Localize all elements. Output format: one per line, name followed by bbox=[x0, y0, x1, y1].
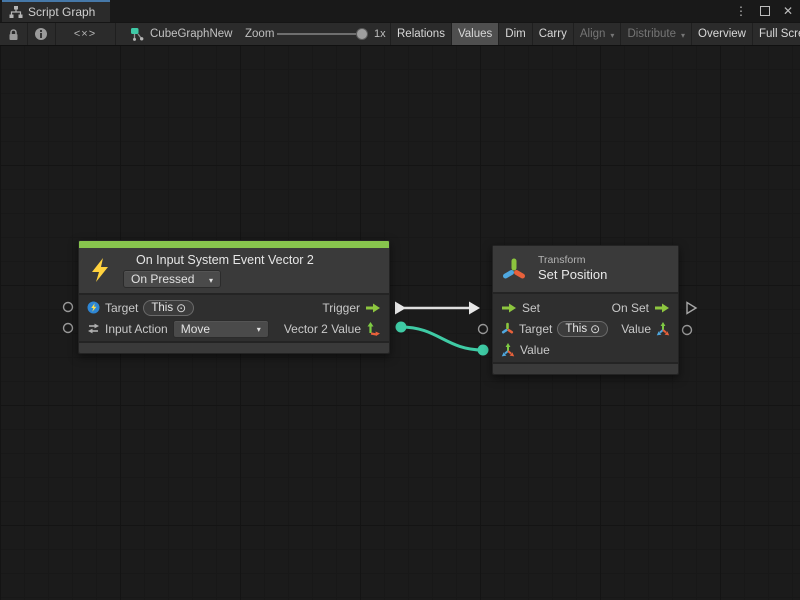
target-icon: ⊙ bbox=[176, 301, 186, 315]
flow-arrow-icon bbox=[501, 302, 517, 314]
trigger-label: Trigger bbox=[322, 301, 360, 315]
event-inputaction-row: Input Action Move ▾ Vector 2 Value bbox=[79, 318, 389, 339]
value-out-label: Value bbox=[621, 322, 651, 336]
graph-breadcrumb[interactable]: CubeGraphNew bbox=[130, 23, 232, 45]
distribute-label: Distribute bbox=[627, 28, 676, 40]
unity-script-graph-window: { "window": { "tab": "Script Graph", "co… bbox=[0, 0, 800, 600]
graph-name: CubeGraphNew bbox=[150, 28, 232, 40]
graph-asset-icon bbox=[130, 27, 144, 41]
target-this-field[interactable]: This ⊙ bbox=[143, 300, 194, 316]
input-action-value: Move bbox=[181, 322, 210, 336]
flow-arrow-icon bbox=[654, 302, 670, 314]
zoom-value: 1x bbox=[374, 23, 386, 45]
distribute-button[interactable]: Distribute ▾ bbox=[621, 23, 692, 45]
carry-button[interactable]: Carry bbox=[533, 23, 574, 45]
target-label: Target bbox=[105, 301, 138, 315]
input-action-dropdown[interactable]: Move ▾ bbox=[173, 320, 269, 338]
transform-mini-icon bbox=[501, 322, 514, 335]
vector2-icon bbox=[366, 322, 381, 336]
chevron-down-icon: ▾ bbox=[681, 31, 685, 40]
overview-button[interactable]: Overview bbox=[692, 23, 753, 45]
dim-button[interactable]: Dim bbox=[499, 23, 532, 45]
close-icon[interactable]: ✕ bbox=[783, 4, 793, 18]
zoom-slider-track[interactable] bbox=[277, 33, 361, 35]
relations-button[interactable]: Relations bbox=[391, 23, 452, 45]
full-screen-label: Full Screen bbox=[759, 28, 800, 40]
node-on-input-system-event[interactable]: On Input System Event Vector 2 On Presse… bbox=[78, 240, 390, 354]
title-bar: Script Graph ⋮ ✕ bbox=[0, 0, 800, 22]
event-target-icon bbox=[87, 301, 100, 314]
target-this-value: This bbox=[151, 302, 173, 314]
values-button[interactable]: Values bbox=[452, 23, 499, 45]
target-this-value: This bbox=[565, 323, 587, 335]
info-button[interactable] bbox=[27, 23, 56, 45]
maximize-icon[interactable] bbox=[760, 6, 770, 16]
graph-toolbar: <×> CubeGraphNew Zoom 1x Relations Value… bbox=[0, 22, 800, 46]
target-icon: ⊙ bbox=[590, 322, 600, 336]
flow-arrow-icon bbox=[365, 302, 381, 314]
window-controls: ⋮ ✕ bbox=[735, 0, 793, 22]
code-view-button[interactable]: <×> bbox=[55, 23, 116, 45]
event-accent-bar bbox=[79, 241, 389, 248]
event-node-header: On Input System Event Vector 2 On Presse… bbox=[79, 248, 389, 293]
event-node-body: Target This ⊙ Trigger bbox=[79, 295, 389, 341]
chevron-down-icon: ▾ bbox=[610, 31, 614, 40]
event-target-row: Target This ⊙ Trigger bbox=[79, 297, 389, 318]
vector3-icon bbox=[656, 322, 670, 336]
vector3-icon bbox=[501, 343, 515, 357]
chevron-down-icon: ▾ bbox=[257, 325, 261, 334]
setpos-node-body: Set On Set Target This ⊙ bbox=[493, 294, 678, 362]
overview-label: Overview bbox=[698, 28, 746, 40]
event-type-dropdown[interactable]: On Pressed ▾ bbox=[123, 270, 221, 288]
lightning-icon bbox=[88, 257, 112, 283]
setpos-node-header: Transform Set Position bbox=[493, 246, 678, 292]
chevron-down-icon: ▾ bbox=[209, 276, 213, 285]
align-label: Align bbox=[580, 28, 606, 40]
align-button[interactable]: Align ▾ bbox=[574, 23, 622, 45]
setpos-node-title: Set Position bbox=[538, 267, 678, 282]
event-type-value: On Pressed bbox=[131, 272, 194, 286]
setpos-target-row: Target This ⊙ Value bbox=[493, 318, 678, 339]
tab-script-graph[interactable]: Script Graph bbox=[2, 0, 110, 22]
port-vector2-out[interactable] bbox=[396, 322, 407, 333]
toolbar-toggle-group: Relations Values Dim Carry Align ▾ Distr… bbox=[390, 23, 800, 45]
input-action-label: Input Action bbox=[105, 322, 168, 336]
node-set-position[interactable]: Transform Set Position Set On Set bbox=[492, 245, 679, 375]
lock-button[interactable] bbox=[0, 23, 28, 45]
lock-icon bbox=[8, 28, 19, 41]
target-label: Target bbox=[519, 322, 552, 336]
value-in-label: Value bbox=[520, 343, 550, 357]
on-set-label: On Set bbox=[612, 301, 649, 315]
zoom-label: Zoom bbox=[245, 23, 274, 45]
port-value-in[interactable] bbox=[478, 345, 489, 356]
dim-label: Dim bbox=[505, 28, 525, 40]
input-action-icon bbox=[87, 322, 100, 335]
setpos-set-row: Set On Set bbox=[493, 297, 678, 318]
node-footer bbox=[493, 362, 678, 374]
carry-label: Carry bbox=[539, 28, 567, 40]
vector2-value-label: Vector 2 Value bbox=[284, 322, 361, 336]
set-label: Set bbox=[522, 301, 540, 315]
values-label: Values bbox=[458, 28, 492, 40]
tab-title: Script Graph bbox=[28, 5, 95, 19]
full-screen-button[interactable]: Full Screen bbox=[753, 23, 800, 45]
zoom-slider-handle[interactable] bbox=[356, 28, 368, 40]
node-category: Transform bbox=[538, 246, 678, 266]
script-graph-icon bbox=[9, 5, 23, 19]
window-menu-icon[interactable]: ⋮ bbox=[735, 4, 747, 18]
target-this-field[interactable]: This ⊙ bbox=[557, 321, 608, 337]
code-icon: <×> bbox=[74, 28, 96, 40]
relations-label: Relations bbox=[397, 28, 445, 40]
transform-icon bbox=[501, 256, 527, 282]
event-node-title: On Input System Event Vector 2 bbox=[136, 248, 389, 267]
info-icon bbox=[34, 27, 48, 41]
node-footer bbox=[79, 341, 389, 353]
setpos-value-row: Value bbox=[493, 339, 678, 360]
